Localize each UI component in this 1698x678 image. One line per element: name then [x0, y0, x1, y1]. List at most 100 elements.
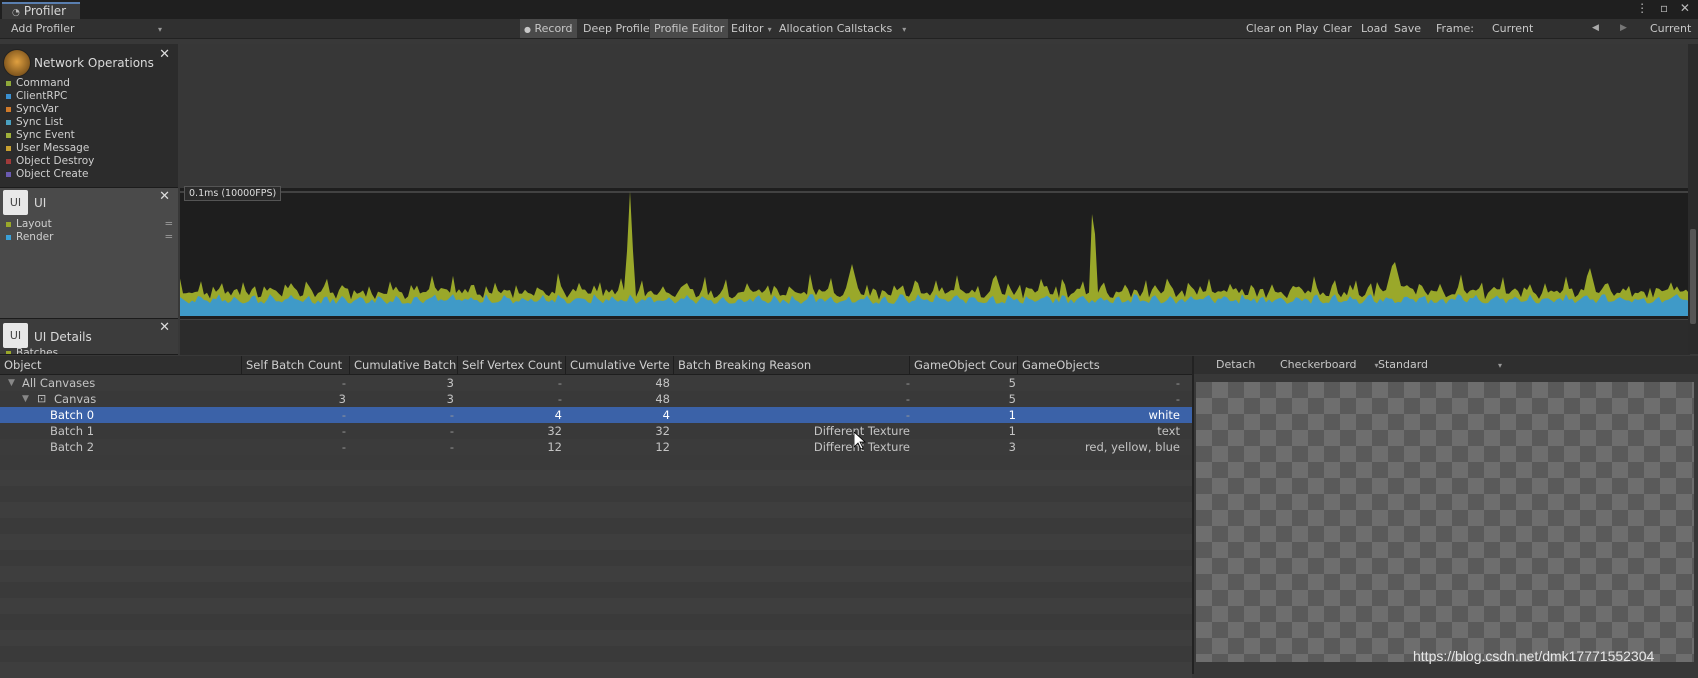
charts-scrollbar[interactable]: [1688, 44, 1698, 354]
module-ui-details[interactable]: UI UI Details ✕ Batches: [0, 319, 178, 355]
window-controls[interactable]: ⋮ ▫ ✕: [1636, 1, 1694, 15]
scrollbar-thumb[interactable]: [1690, 229, 1696, 324]
column-header-gameobject-count[interactable]: GameObject Cour: [910, 356, 1018, 374]
column-header-object[interactable]: Object: [0, 356, 242, 374]
column-header-gameobjects[interactable]: GameObjects: [1018, 356, 1192, 374]
profile-editor-button[interactable]: Profile Editor: [650, 19, 729, 38]
legend-item: Render ═: [6, 231, 172, 244]
cell-gameobjects: -: [1175, 392, 1180, 406]
allocation-callstacks-dropdown[interactable]: Allocation Callstacks ▾: [779, 19, 906, 38]
table-row[interactable]: Batch 2- -12 12 Different Texture 3 red, yell…: [0, 439, 1192, 455]
deep-profile-button[interactable]: Deep Profile: [583, 19, 650, 38]
canvas-icon: ⊡: [37, 392, 47, 405]
record-button[interactable]: ● Record: [520, 19, 577, 38]
record-label: Record: [534, 22, 573, 35]
legend-item: Object Create: [6, 168, 88, 181]
preview-toolbar: Detach Checkerboard ▾ Standard ▾: [1194, 356, 1698, 374]
close-icon[interactable]: ✕: [159, 320, 170, 335]
empty-row: [0, 550, 1192, 566]
row-name: All Canvases: [22, 376, 96, 390]
legend-item: Sync List: [6, 116, 63, 129]
cell-cum-vertex: 48: [655, 392, 670, 406]
cell-gameobjects: white: [1148, 408, 1180, 422]
legend-swatch: [6, 93, 11, 99]
close-icon[interactable]: ✕: [159, 47, 170, 62]
ui-chart-graph: [180, 191, 1690, 316]
cell-reason: -: [905, 376, 910, 390]
add-profiler-dropdown[interactable]: Add Profiler ▾: [11, 19, 162, 38]
allocation-callstacks-label: Allocation Callstacks: [779, 22, 893, 35]
empty-row: [0, 598, 1192, 614]
expand-arrow-icon[interactable]: ▼: [8, 375, 15, 391]
chevron-down-icon: ▾: [767, 25, 772, 34]
table-row[interactable]: Batch 0 - - 4 4 - 1 white: [0, 407, 1192, 423]
legend-swatch: [6, 145, 11, 151]
legend-swatch: [6, 158, 11, 164]
cell-cum-vertex: 48: [655, 376, 670, 390]
table-row[interactable]: ▼ ⊡ Canvas 3 3 - 48 - 5 -: [0, 391, 1192, 407]
cell-gameobjects: -: [1175, 376, 1180, 390]
empty-row: [0, 470, 1192, 486]
preview-background-label: Checkerboard: [1280, 358, 1357, 371]
module-ui[interactable]: UI UI ✕ Layout ═ Render ═: [0, 188, 178, 319]
ui-details-chart[interactable]: [180, 319, 1690, 355]
chart-scale-label: 0.1ms (10000FPS): [184, 186, 282, 201]
chevron-down-icon: ▾: [158, 25, 163, 34]
cell-cum-vertex: 4: [662, 408, 670, 422]
column-header-cumulative-vertex[interactable]: Cumulative Verte: [566, 356, 674, 374]
profiler-toolbar: Add Profiler ▾ ● Record Deep Profile Pro…: [0, 19, 1698, 39]
ui-chart[interactable]: [180, 188, 1690, 319]
network-operations-chart[interactable]: [180, 44, 1690, 186]
save-button[interactable]: Save: [1394, 19, 1421, 38]
cell-self-vertex: 12: [547, 440, 562, 454]
detach-button[interactable]: Detach: [1216, 356, 1255, 374]
close-icon[interactable]: ✕: [159, 189, 170, 204]
tab-profiler[interactable]: ◔ Profiler: [2, 2, 81, 19]
column-header-batch-breaking-reason[interactable]: Batch Breaking Reason: [674, 356, 910, 374]
row-name: Batch 2: [50, 440, 95, 454]
batch-preview-image: [1196, 382, 1694, 662]
profiler-tab-label: Profiler: [23, 4, 67, 18]
editor-dropdown[interactable]: Editor ▾: [731, 19, 772, 38]
load-button[interactable]: Load: [1361, 19, 1387, 38]
legend-item: Layout ═: [6, 218, 172, 231]
expand-arrow-icon[interactable]: ▼: [22, 391, 29, 407]
preview-background-dropdown[interactable]: Checkerboard ▾: [1280, 356, 1379, 374]
next-frame-icon[interactable]: ▶: [1620, 19, 1627, 38]
clear-button[interactable]: Clear: [1323, 19, 1352, 38]
cell-cum-vertex: 32: [655, 424, 670, 438]
drag-handle-icon[interactable]: ═: [166, 231, 172, 244]
cell-reason: -: [905, 392, 910, 406]
current-frame-button[interactable]: Current: [1650, 19, 1691, 38]
empty-row: [0, 614, 1192, 630]
empty-row: [0, 486, 1192, 502]
clear-on-play-button[interactable]: Clear on Play: [1246, 19, 1318, 38]
preview-mode-dropdown[interactable]: Standard ▾: [1378, 356, 1502, 374]
empty-row: [0, 518, 1192, 534]
table-row[interactable]: Batch 1- -32 32 Different Texture 1 text: [0, 423, 1192, 439]
module-network-operations[interactable]: Network Operations ✕ Command ClientRPC Syn…: [0, 44, 178, 188]
legend-swatch: [6, 132, 11, 138]
cell-cum-batch: -: [449, 424, 454, 438]
legend-item: ClientRPC: [6, 90, 67, 103]
cell-cum-batch: -: [449, 440, 454, 454]
column-header-self-batch-count[interactable]: Self Batch Count: [242, 356, 350, 374]
row-name: Batch 1: [50, 424, 95, 438]
mouse-cursor: [853, 431, 867, 453]
cell-self-batch: -: [341, 376, 346, 390]
network-icon: [3, 49, 31, 77]
column-header-cumulative-batch[interactable]: Cumulative Batch: [350, 356, 458, 374]
empty-row: [0, 566, 1192, 582]
legend-item: Object Destroy: [6, 155, 94, 168]
cell-cum-vertex: 12: [655, 440, 670, 454]
cell-self-batch: -: [341, 440, 346, 454]
add-profiler-label: Add Profiler: [11, 22, 75, 35]
cell-gameobjects: red, yellow, blue: [1084, 440, 1180, 454]
cell-self-batch: -: [341, 424, 346, 438]
table-row[interactable]: ▼ All Canvases - 3 - 48 - 5 -: [0, 375, 1192, 391]
frame-label: Frame:: [1436, 22, 1474, 35]
prev-frame-icon[interactable]: ◀: [1592, 19, 1599, 38]
column-header-self-vertex-count[interactable]: Self Vertex Count: [458, 356, 566, 374]
record-icon: ●: [524, 25, 531, 34]
drag-handle-icon[interactable]: ═: [166, 218, 172, 231]
